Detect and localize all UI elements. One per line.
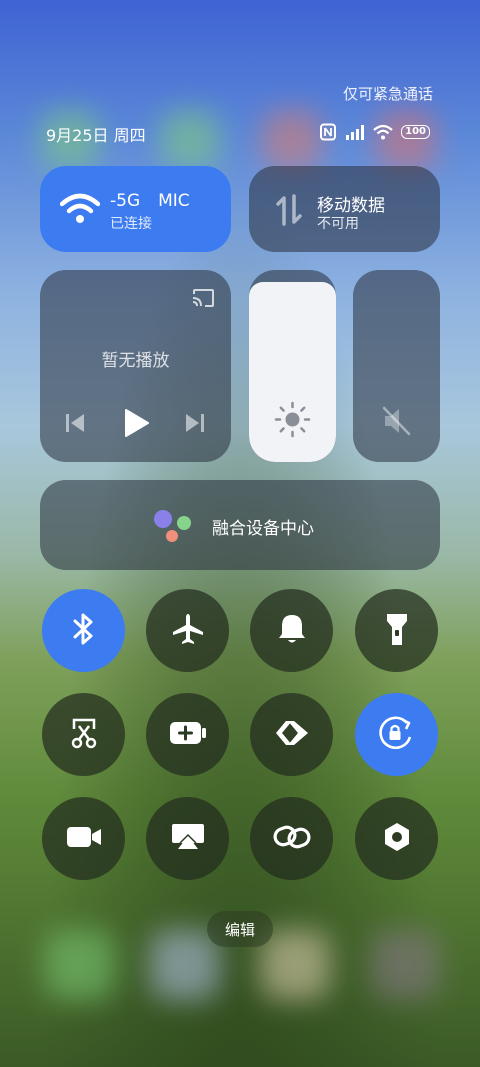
nearby-share-toggle[interactable] xyxy=(250,693,333,776)
dock-app-blur xyxy=(150,930,220,1000)
sun-icon xyxy=(274,401,311,442)
ringer-toggle[interactable] xyxy=(250,589,333,672)
nfc-icon xyxy=(319,123,337,141)
link-toggle[interactable] xyxy=(250,797,333,880)
wifi-status-icon xyxy=(373,124,393,140)
wifi-name: -5G MIC xyxy=(110,191,190,211)
bell-icon xyxy=(276,612,308,650)
battery-saver-toggle[interactable] xyxy=(146,693,229,776)
dock-app-blur xyxy=(45,930,115,1000)
dock-app-blur xyxy=(260,930,330,1000)
screen-cast-icon xyxy=(170,821,206,857)
screenshot-icon xyxy=(68,716,100,754)
device-center-label: 融合设备中心 xyxy=(212,519,314,539)
mobile-data-tile[interactable]: 移动数据 不可用 xyxy=(249,166,440,252)
mobile-data-status: 不可用 xyxy=(317,216,359,232)
brightness-slider[interactable] xyxy=(249,270,336,462)
airplane-icon xyxy=(170,611,206,651)
settings-toggle[interactable] xyxy=(355,797,438,880)
previous-track-icon[interactable] xyxy=(64,412,86,438)
rotation-lock-icon xyxy=(377,715,417,755)
flashlight-icon xyxy=(384,611,410,651)
volume-muted-icon xyxy=(381,406,413,440)
date-text[interactable]: 9月25日 周四 xyxy=(46,122,146,146)
volume-slider[interactable] xyxy=(353,270,440,462)
media-status: 暂无播放 xyxy=(101,351,170,371)
next-track-icon[interactable] xyxy=(184,412,206,438)
media-player-tile[interactable]: 暂无播放 xyxy=(40,270,231,462)
nearby-share-icon xyxy=(274,717,310,753)
video-camera-icon xyxy=(65,825,103,853)
battery-indicator: 100 xyxy=(401,125,430,139)
dock-app-blur xyxy=(370,930,440,1000)
background-app-blur xyxy=(262,110,322,170)
wifi-tile[interactable]: -5G MIC 已连接 xyxy=(40,166,231,252)
airplane-mode-toggle[interactable] xyxy=(146,589,229,672)
bluetooth-icon xyxy=(70,612,98,650)
emergency-calls-only: 仅可紧急通话 xyxy=(342,85,433,103)
link-icon xyxy=(273,822,311,856)
background-app-blur xyxy=(160,110,220,170)
edit-button[interactable]: 编辑 xyxy=(207,911,273,947)
system-status-icons: 100 xyxy=(319,122,430,142)
screen-record-toggle[interactable] xyxy=(42,797,125,880)
signal-icon xyxy=(345,124,365,140)
device-center-logo-icon xyxy=(152,508,194,548)
battery-saver-icon xyxy=(168,720,208,750)
bluetooth-toggle[interactable] xyxy=(42,589,125,672)
wifi-icon xyxy=(59,192,101,228)
screen-cast-toggle[interactable] xyxy=(146,797,229,880)
device-center-tile[interactable]: 融合设备中心 xyxy=(40,480,440,570)
cast-icon[interactable] xyxy=(191,288,215,312)
data-arrows-icon xyxy=(275,194,303,230)
settings-hex-icon xyxy=(382,821,412,857)
play-icon[interactable] xyxy=(122,408,150,442)
flashlight-toggle[interactable] xyxy=(355,589,438,672)
rotation-lock-toggle[interactable] xyxy=(355,693,438,776)
wifi-status: 已连接 xyxy=(110,216,152,232)
screenshot-toggle[interactable] xyxy=(42,693,125,776)
